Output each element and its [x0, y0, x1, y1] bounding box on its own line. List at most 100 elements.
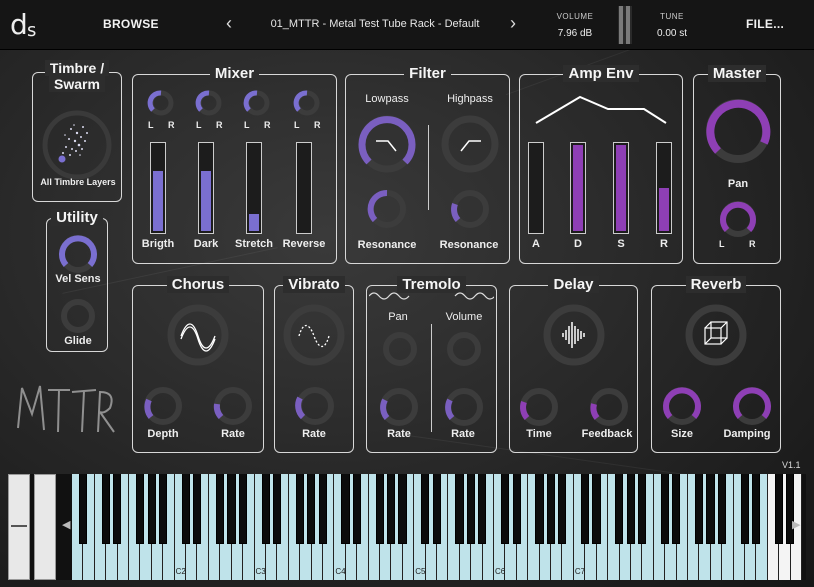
- black-key[interactable]: [101, 474, 111, 544]
- black-key[interactable]: [341, 474, 350, 544]
- black-key[interactable]: [352, 474, 362, 544]
- black-key[interactable]: [215, 474, 225, 544]
- vibrato-rate-knob[interactable]: [293, 384, 337, 428]
- delay-feedback-knob[interactable]: [588, 386, 630, 428]
- next-preset-button[interactable]: ›: [506, 13, 520, 35]
- timbre-layers-dropdown[interactable]: All Timbre Layers: [33, 177, 123, 187]
- volume-value[interactable]: 7.96 dB: [548, 28, 602, 39]
- black-key[interactable]: [318, 474, 327, 544]
- reverb-panel: Reverb Size Damping: [651, 276, 781, 453]
- black-key[interactable]: [626, 474, 635, 544]
- black-key[interactable]: [79, 474, 88, 544]
- delay-mix-knob[interactable]: [541, 302, 607, 368]
- black-key[interactable]: [432, 474, 441, 544]
- pitch-wheel[interactable]: [8, 474, 30, 580]
- chorus-mix-knob[interactable]: [165, 302, 231, 368]
- black-key[interactable]: [706, 474, 715, 544]
- lowpass-resonance-knob[interactable]: [366, 188, 408, 230]
- black-key[interactable]: [615, 474, 624, 544]
- master-pan-knob[interactable]: [718, 199, 758, 239]
- keyboard-scroll-right-icon[interactable]: ▶: [792, 518, 800, 531]
- black-key[interactable]: [193, 474, 202, 544]
- black-key[interactable]: [455, 474, 464, 544]
- vel-sens-knob[interactable]: [57, 233, 99, 275]
- master-volume-knob[interactable]: [702, 95, 774, 167]
- black-key[interactable]: [535, 474, 544, 544]
- black-key[interactable]: [136, 474, 145, 544]
- black-key[interactable]: [478, 474, 487, 544]
- black-key[interactable]: [592, 474, 601, 544]
- black-key[interactable]: [398, 474, 407, 544]
- vibrato-panel: Vibrato Rate: [274, 276, 354, 453]
- black-key[interactable]: [421, 474, 430, 544]
- glide-knob[interactable]: [59, 297, 97, 335]
- volume-meter[interactable]: [618, 6, 632, 44]
- mixer-level-slider-2[interactable]: [198, 142, 214, 234]
- black-key[interactable]: [147, 474, 156, 544]
- black-key[interactable]: [387, 474, 396, 544]
- env-slider-a[interactable]: [528, 142, 544, 234]
- black-key[interactable]: [512, 474, 521, 544]
- env-slider-r[interactable]: [656, 142, 672, 234]
- black-key[interactable]: [695, 474, 704, 544]
- mixer-level-slider-1[interactable]: [150, 142, 166, 234]
- tremolo-volume-rate-label: Rate: [451, 428, 475, 440]
- black-key[interactable]: [660, 474, 669, 544]
- mixer-pan-knob-3[interactable]: [240, 90, 274, 116]
- black-key[interactable]: [113, 474, 122, 544]
- black-key[interactable]: [238, 474, 247, 544]
- black-key[interactable]: [181, 474, 190, 544]
- vibrato-depth-knob[interactable]: [281, 302, 347, 368]
- black-key[interactable]: [717, 474, 727, 544]
- env-slider-s[interactable]: [613, 142, 629, 234]
- env-label-s: S: [617, 238, 625, 250]
- black-key[interactable]: [546, 474, 555, 544]
- mixer-level-slider-4[interactable]: [296, 142, 312, 234]
- black-key[interactable]: [227, 474, 236, 544]
- reverb-damping-knob[interactable]: [730, 384, 774, 428]
- tremolo-pan-rate-label: Rate: [387, 428, 411, 440]
- tremolo-volume-depth-knob[interactable]: [445, 330, 483, 368]
- reverb-size-knob[interactable]: [660, 384, 704, 428]
- mod-wheel[interactable]: [34, 474, 56, 580]
- mixer-pan-knob-4[interactable]: [290, 90, 324, 116]
- lowpass-cutoff-knob[interactable]: [356, 113, 418, 175]
- black-key[interactable]: [774, 474, 784, 544]
- tremolo-volume-rate-knob[interactable]: [443, 386, 485, 428]
- tremolo-pan-depth-knob[interactable]: [381, 330, 419, 368]
- black-key[interactable]: [637, 474, 647, 544]
- tune-value[interactable]: 0.00 st: [645, 28, 699, 39]
- black-key[interactable]: [466, 474, 476, 544]
- black-key[interactable]: [580, 474, 590, 544]
- black-key[interactable]: [501, 474, 510, 544]
- black-key[interactable]: [740, 474, 749, 544]
- highpass-resonance-knob[interactable]: [449, 188, 491, 230]
- black-key[interactable]: [375, 474, 384, 544]
- delay-time-knob[interactable]: [518, 386, 560, 428]
- black-key[interactable]: [672, 474, 681, 544]
- swarm-display[interactable]: [41, 109, 113, 181]
- black-key[interactable]: [261, 474, 270, 544]
- mixer-pan-knob-1[interactable]: [144, 90, 178, 116]
- black-key[interactable]: [752, 474, 761, 544]
- mixer-pan-knob-2[interactable]: [192, 90, 226, 116]
- prev-preset-button[interactable]: ‹: [222, 13, 236, 35]
- file-menu-button[interactable]: FILE...: [746, 17, 784, 31]
- tremolo-pan-rate-knob[interactable]: [378, 386, 420, 428]
- highpass-cutoff-knob[interactable]: [439, 113, 501, 175]
- black-key[interactable]: [158, 474, 168, 544]
- mixer-level-slider-3[interactable]: [246, 142, 262, 234]
- keyboard-scroll-left-icon[interactable]: ◀: [62, 518, 70, 531]
- black-key[interactable]: [786, 474, 795, 544]
- black-key[interactable]: [307, 474, 316, 544]
- black-key[interactable]: [558, 474, 567, 544]
- browse-button[interactable]: BROWSE: [103, 17, 159, 31]
- black-key[interactable]: [272, 474, 282, 544]
- black-key[interactable]: [295, 474, 304, 544]
- chorus-panel: Chorus Depth Rate: [132, 276, 264, 453]
- env-slider-d[interactable]: [570, 142, 586, 234]
- chorus-rate-knob[interactable]: [211, 384, 255, 428]
- reverb-mix-knob[interactable]: [683, 302, 749, 368]
- preset-name[interactable]: 01_MTTR - Metal Test Tube Rack - Default: [250, 18, 500, 30]
- chorus-depth-knob[interactable]: [141, 384, 185, 428]
